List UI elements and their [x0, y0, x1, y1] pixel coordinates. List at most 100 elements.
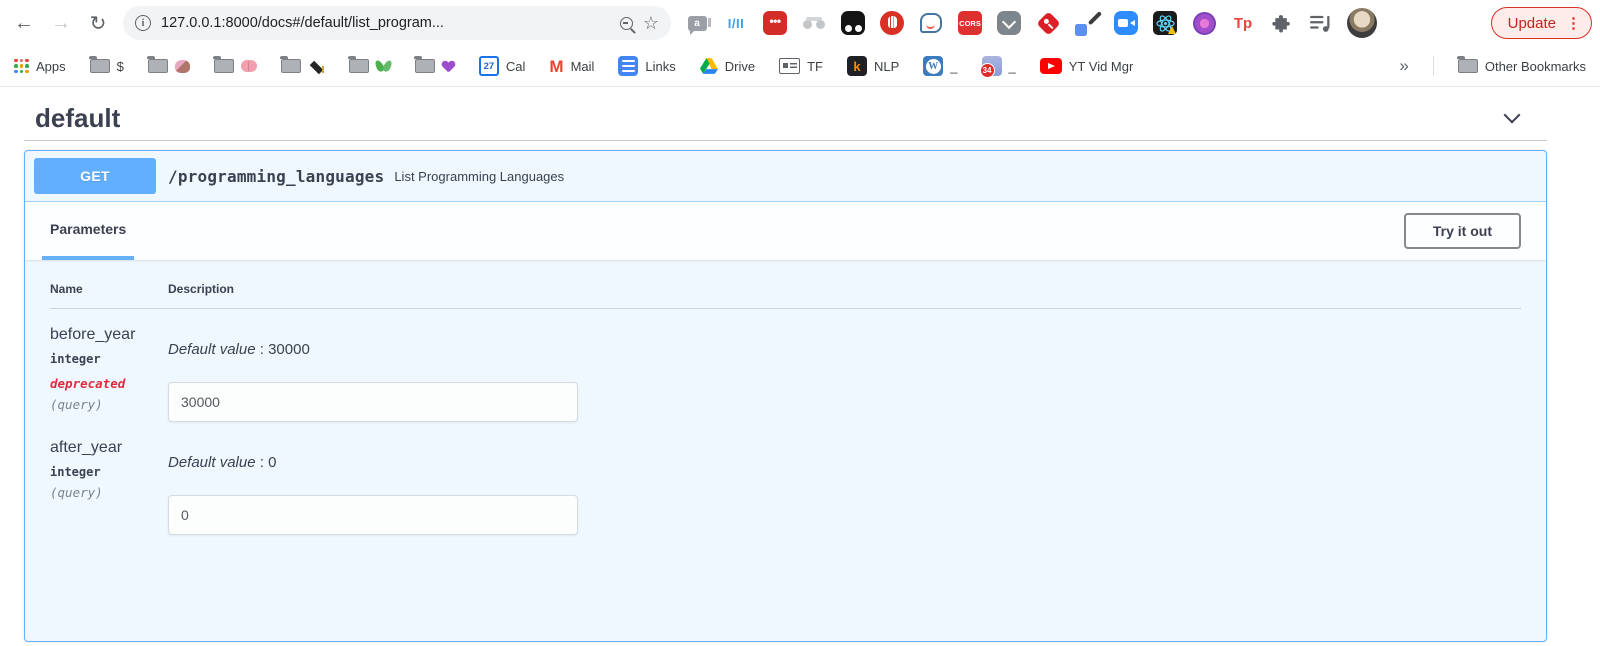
after-year-input[interactable] [168, 495, 578, 535]
parameters-table-header: Name Description [50, 260, 1521, 309]
red-share-icon [1036, 11, 1060, 35]
default-value-label: Default value [168, 341, 256, 358]
cors-extension-icon[interactable]: CORS [957, 10, 983, 36]
tab-parameters[interactable]: Parameters [42, 202, 134, 260]
bookmark-wordpress[interactable]: W _ [923, 56, 957, 76]
tag-section-header[interactable]: default [35, 96, 1518, 140]
screen-reader-extension-icon[interactable]: a [684, 10, 710, 36]
bookmark-folder-herb[interactable] [349, 59, 391, 73]
stop-hand-extension-icon[interactable] [879, 10, 905, 36]
column-header-name: Name [50, 282, 168, 296]
operation-block-get: GET /programming_languages List Programm… [24, 150, 1547, 642]
parameter-name-cell: after_year integer (query) [50, 439, 168, 535]
bookmark-label: _ [1009, 59, 1016, 74]
bookmark-folder-carousel-horse[interactable] [148, 59, 190, 73]
chat-smile-extension-icon[interactable] [918, 10, 944, 36]
parameter-name: after_year [50, 439, 168, 457]
site-info-icon[interactable]: i [135, 15, 151, 31]
parameter-row-before-year: before_year integer deprecated (query) D… [50, 309, 1521, 422]
graduation-cap-emoji-icon [308, 60, 325, 73]
warning-triangle-icon [1168, 26, 1176, 34]
reload-icon[interactable]: ↻ [86, 11, 110, 36]
bookmark-34[interactable]: 34 _ [982, 56, 1016, 76]
tag-divider [24, 140, 1547, 141]
zoom-out-icon[interactable] [620, 17, 633, 30]
colorzilla-extension-icon[interactable] [1074, 10, 1100, 36]
smile-bubble-icon [920, 13, 942, 33]
pocket-extension-icon[interactable] [996, 10, 1022, 36]
parameter-location: (query) [50, 485, 168, 500]
default-value-separator: : [256, 341, 269, 358]
hand-icon [880, 11, 904, 35]
bookmark-yt-vid-mgr[interactable]: YT Vid Mgr [1040, 58, 1134, 74]
parameter-name-cell: before_year integer deprecated (query) [50, 326, 168, 422]
parameter-row-after-year: after_year integer (query) Default value… [50, 422, 1521, 535]
tp-extension-icon[interactable]: Tp [1230, 10, 1256, 36]
playlist-icon[interactable] [1308, 10, 1334, 36]
calendar-34-icon: 34 [982, 56, 1002, 76]
bookmark-star-icon[interactable]: ☆ [643, 14, 659, 32]
lastpass-extension-icon[interactable]: ••• [762, 10, 788, 36]
update-label: Update [1508, 15, 1556, 32]
bookmark-label: Apps [36, 59, 66, 74]
folder-icon [148, 59, 168, 73]
chevron-shield-icon [997, 11, 1021, 35]
apps-grid-icon [14, 59, 29, 74]
chevron-down-icon[interactable] [1504, 107, 1521, 124]
default-value-separator: : [256, 454, 269, 471]
bookmark-label: Other Bookmarks [1485, 59, 1586, 74]
bookmark-tf[interactable]: TF [779, 58, 823, 74]
kebab-menu-icon[interactable]: ⋮ [1566, 14, 1581, 32]
try-it-out-button[interactable]: Try it out [1404, 213, 1521, 249]
dark-reader-extension-icon[interactable] [840, 10, 866, 36]
bookmark-calendar[interactable]: 27 Cal [479, 56, 526, 76]
flower-extension-icon[interactable] [1191, 10, 1217, 36]
operation-path[interactable]: /programming_languages [168, 167, 384, 186]
http-method-badge: GET [34, 158, 156, 194]
bookmark-folder-purple-heart[interactable] [415, 59, 455, 73]
bookmark-links[interactable]: Links [618, 56, 675, 76]
bookmark-label: $ [117, 59, 124, 74]
bookmark-drive[interactable]: Drive [700, 58, 755, 74]
back-icon[interactable]: ← [12, 12, 36, 35]
purple-heart-emoji-icon [442, 61, 455, 73]
url-text[interactable]: 127.0.0.1:8000/docs#/default/list_progra… [161, 15, 610, 31]
default-value-label: Default value [168, 454, 256, 471]
cors-icon: CORS [958, 11, 982, 35]
extensions-menu-icon[interactable] [1269, 10, 1295, 36]
gmail-icon: M [549, 58, 563, 75]
parameter-name: before_year [50, 326, 168, 344]
react-devtools-extension-icon[interactable] [1152, 10, 1178, 36]
bookmark-nlp[interactable]: k NLP [847, 56, 899, 76]
browser-toolbar: ← → ↻ i 127.0.0.1:8000/docs#/default/lis… [0, 0, 1600, 46]
update-button[interactable]: Update ⋮ [1491, 7, 1592, 39]
bookmark-folder-money[interactable]: $ [90, 59, 124, 74]
parameter-description-cell: Default value : 0 [168, 439, 578, 535]
other-bookmarks[interactable]: Other Bookmarks [1458, 59, 1586, 74]
folder-icon [349, 59, 369, 73]
card-icon [779, 58, 800, 74]
bookmarks-overflow-chevron[interactable]: » [1399, 56, 1408, 76]
bookmark-folder-brain[interactable] [214, 59, 257, 73]
links-list-icon [618, 56, 638, 76]
zoom-extension-icon[interactable] [1113, 10, 1139, 36]
parameters-section-header: Parameters Try it out [25, 202, 1546, 260]
speech-bubble-icon: a [688, 16, 707, 31]
page-title: default [35, 103, 120, 134]
profile-avatar[interactable] [1347, 8, 1377, 38]
binoculars-extension-icon[interactable] [801, 10, 827, 36]
share-extension-icon[interactable] [1035, 10, 1061, 36]
default-value-note: Default value : 30000 [168, 341, 578, 358]
forward-icon[interactable]: → [49, 12, 73, 35]
bookmark-folder-graduation[interactable] [281, 59, 325, 73]
deprecated-badge: deprecated [50, 376, 168, 391]
apps-shortcut[interactable]: Apps [14, 59, 66, 74]
before-year-input[interactable] [168, 382, 578, 422]
operation-summary[interactable]: GET /programming_languages List Programm… [25, 151, 1546, 202]
bookmark-mail[interactable]: M Mail [549, 58, 594, 75]
bookmarks-divider [1433, 56, 1434, 76]
lines-extension-icon[interactable]: I/II [723, 10, 749, 36]
google-calendar-icon: 27 [479, 56, 499, 76]
default-value-note: Default value : 0 [168, 454, 578, 471]
url-bar[interactable]: i 127.0.0.1:8000/docs#/default/list_prog… [123, 6, 671, 40]
